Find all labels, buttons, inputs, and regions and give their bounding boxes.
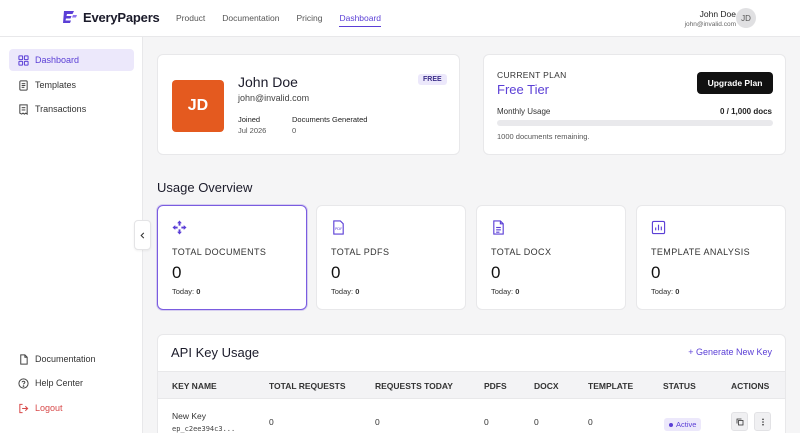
monthly-usage-label: Monthly Usage [497, 107, 551, 116]
logout-icon [19, 403, 29, 413]
copy-icon [736, 418, 743, 425]
api-key-usage-card: API Key Usage + Generate New Key KEY NAM… [157, 334, 786, 433]
user-email: john@invalid.com [684, 21, 736, 28]
main-nav: Product Documentation Pricing Dashboard [176, 13, 398, 27]
receipt-icon [19, 103, 28, 115]
upgrade-plan-button[interactable]: Upgrade Plan [697, 72, 773, 94]
more-actions-button[interactable] [754, 412, 771, 431]
sidebar-item-label: Documentation [35, 354, 96, 364]
generate-new-key-button[interactable]: + Generate New Key [688, 347, 772, 357]
stat-card-template-analysis[interactable]: TEMPLATE ANALYSIS 0 Today: 0 [636, 205, 786, 310]
file-icon [20, 353, 28, 365]
pdf-file-icon: PDF [333, 220, 344, 235]
column-header-template: TEMPLATE [588, 381, 634, 391]
profile-email: john@invalid.com [238, 93, 310, 103]
stat-value: 0 [651, 263, 661, 282]
profile-name: John Doe [238, 74, 298, 90]
sidebar-item-label: Dashboard [35, 55, 80, 65]
logo-icon [63, 11, 77, 23]
sidebar-item-label: Help Center [35, 378, 84, 388]
monthly-usage-count: 0 / 1,000 docs [719, 107, 772, 116]
pdfs-value: 0 [484, 417, 489, 427]
joined-label: Joined [238, 115, 261, 124]
column-header-docx: DOCX [534, 381, 559, 391]
nav-pricing[interactable]: Pricing [296, 13, 322, 27]
key-name: New Key [172, 411, 207, 421]
app-name: EveryPapers [83, 9, 160, 25]
stat-value: 0 [172, 263, 182, 282]
user-menu[interactable]: John Doe john@invalid.com [685, 9, 736, 28]
stat-value: 0 [331, 263, 341, 282]
documents-remaining: 1000 documents remaining. [497, 132, 590, 141]
profile-card: JD John Doe john@invalid.com FREE Joined… [157, 54, 460, 155]
document-icon [19, 79, 28, 91]
move-arrows-icon [172, 220, 187, 235]
sidebar-item-label: Logout [35, 403, 63, 413]
key-id: ep_c2ee394c3... [172, 425, 236, 433]
copy-key-button[interactable] [731, 412, 748, 431]
sidebar-item-templates[interactable]: Templates [9, 74, 134, 96]
joined-value: Jul 2026 [238, 126, 267, 135]
column-header-status: STATUS [663, 381, 696, 391]
stat-today: Today: 0 [491, 287, 520, 296]
column-header-requests-today: REQUESTS TODAY [375, 381, 453, 391]
tier-badge: FREE [418, 74, 447, 85]
grid-icon [18, 54, 29, 66]
profile-avatar: JD [172, 80, 224, 132]
stat-card-total-documents[interactable]: TOTAL DOCUMENTS 0 Today: 0 [157, 205, 307, 310]
requests-today-value: 0 [375, 417, 380, 427]
total-requests-value: 0 [269, 417, 274, 427]
plan-card: CURRENT PLAN Free Tier Upgrade Plan Mont… [483, 54, 786, 155]
stat-label: TOTAL DOCX [491, 247, 552, 257]
stat-today: Today: 0 [172, 287, 201, 296]
nav-product[interactable]: Product [176, 13, 205, 27]
stat-today: Today: 0 [331, 287, 360, 296]
stat-today: Today: 0 [651, 287, 680, 296]
column-header-pdfs: PDFS [484, 381, 507, 391]
app-logo[interactable]: EveryPapers [62, 9, 160, 25]
documents-generated-label: Documents Generated [292, 115, 368, 124]
usage-overview-title: Usage Overview [157, 180, 253, 195]
sidebar-item-transactions[interactable]: Transactions [9, 98, 134, 120]
documents-generated-value: 0 [292, 126, 297, 135]
avatar[interactable]: JD [736, 8, 756, 28]
stat-label: TOTAL PDFS [331, 247, 390, 257]
sidebar-item-logout[interactable]: Logout [9, 397, 134, 419]
column-header-key-name: KEY NAME [172, 381, 217, 391]
stat-label: TEMPLATE ANALYSIS [651, 247, 750, 257]
stat-value: 0 [491, 263, 501, 282]
api-key-usage-title: API Key Usage [171, 345, 260, 360]
stat-card-total-docx[interactable]: TOTAL DOCX 0 Today: 0 [476, 205, 626, 310]
sidebar-item-dashboard[interactable]: Dashboard [9, 49, 134, 71]
chevron-left-icon [140, 232, 145, 238]
sidebar-item-label: Transactions [35, 104, 87, 114]
sidebar-item-help-center[interactable]: Help Center [9, 372, 134, 394]
plan-name: Free Tier [497, 82, 550, 97]
bar-chart-icon [651, 220, 666, 235]
template-value: 0 [588, 417, 593, 427]
docx-file-icon [493, 220, 504, 235]
status-badge: Active [664, 418, 702, 431]
docx-value: 0 [534, 417, 539, 427]
stat-label: TOTAL DOCUMENTS [172, 247, 267, 257]
nav-documentation[interactable]: Documentation [222, 13, 279, 27]
stat-card-total-pdfs[interactable]: PDF TOTAL PDFS 0 Today: 0 [316, 205, 466, 310]
svg-text:PDF: PDF [335, 227, 342, 231]
user-name: John Doe [699, 9, 736, 19]
sidebar-item-label: Templates [35, 80, 77, 90]
more-vertical-icon [761, 418, 764, 425]
column-header-actions: ACTIONS [731, 381, 770, 391]
sidebar-item-documentation[interactable]: Documentation [9, 348, 134, 370]
sidebar: Dashboard Templates Transactions Documen… [0, 37, 143, 433]
sidebar-collapse-button[interactable] [134, 220, 151, 250]
nav-dashboard[interactable]: Dashboard [339, 13, 382, 27]
column-header-total-requests: TOTAL REQUESTS [269, 381, 346, 391]
plan-label: CURRENT PLAN [497, 70, 567, 80]
help-circle-icon [18, 377, 29, 389]
table-header: KEY NAME TOTAL REQUESTS REQUESTS TODAY P… [158, 371, 785, 399]
usage-progress-bar [497, 120, 773, 126]
top-navbar: EveryPapers Product Documentation Pricin… [0, 0, 800, 37]
